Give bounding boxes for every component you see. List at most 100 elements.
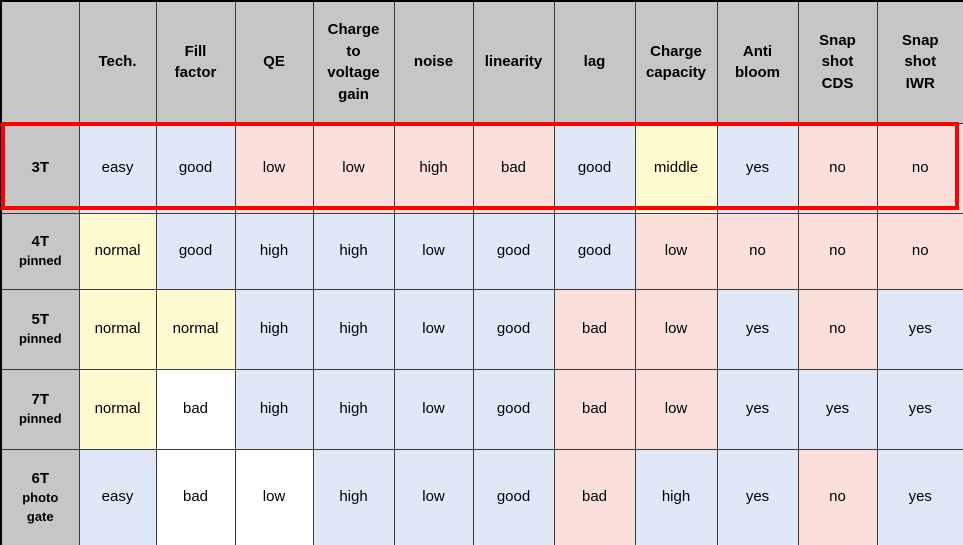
cell-3t-snap-shot-iwr: no xyxy=(876,122,963,214)
column-header-snap-shot-iwr: Snap shot IWR xyxy=(876,0,963,124)
table-row: 6T photo gate easy bad low high low good bad high y… xyxy=(0,448,963,545)
row-header-sub: photo xyxy=(22,490,59,506)
table-corner-cell xyxy=(0,0,80,124)
cell-7t-linearity: good xyxy=(472,368,555,450)
cell-4t-snap-shot-cds: no xyxy=(797,212,878,290)
cell-6t-snap-shot-iwr: yes xyxy=(876,448,963,545)
cell-6t-tech: easy xyxy=(78,448,157,545)
cell-7t-snap-shot-iwr: yes xyxy=(876,368,963,450)
cell-5t-anti-bloom: yes xyxy=(716,288,799,370)
cell-5t-charge-capacity: low xyxy=(634,288,718,370)
cell-4t-snap-shot-iwr: no xyxy=(876,212,963,290)
cell-3t-charge-to-voltage-gain: low xyxy=(312,122,395,214)
cell-7t-tech: normal xyxy=(78,368,157,450)
column-header-line: to xyxy=(346,42,361,60)
cell-6t-snap-shot-cds: no xyxy=(797,448,878,545)
table-row: 5T pinned normal normal high high low good bad lo… xyxy=(0,288,963,370)
cell-6t-charge-capacity: high xyxy=(634,448,718,545)
column-header-line: CDS xyxy=(821,75,854,93)
column-header-line: Charge xyxy=(650,42,702,60)
cell-7t-charge-to-voltage-gain: high xyxy=(312,368,395,450)
column-header-line: bloom xyxy=(735,64,780,82)
column-header-anti-bloom: Anti bloom xyxy=(716,0,799,124)
row-header-main: 6T xyxy=(31,469,49,487)
cell-3t-charge-capacity: middle xyxy=(634,122,718,214)
row-header-6t: 6T photo gate xyxy=(0,448,80,545)
column-header-line: Snap xyxy=(819,31,856,49)
column-header-line: noise xyxy=(413,53,454,71)
cell-3t-lag: good xyxy=(553,122,636,214)
cell-7t-snap-shot-cds: yes xyxy=(797,368,878,450)
cell-7t-charge-capacity: low xyxy=(634,368,718,450)
cell-7t-anti-bloom: yes xyxy=(716,368,799,450)
column-header-line: shot xyxy=(904,53,937,71)
column-header-line: Snap xyxy=(901,31,939,49)
column-header-line: capacity xyxy=(645,64,707,82)
cell-4t-tech: normal xyxy=(78,212,157,290)
row-header-main: 3T xyxy=(31,159,49,177)
table-row: 3T easy good low low high bad good middle yes no no xyxy=(0,122,963,214)
column-header-line: Anti xyxy=(742,42,773,60)
column-header-line: shot xyxy=(821,53,854,71)
row-header-sub: gate xyxy=(26,509,54,525)
row-header-4t: 4T pinned xyxy=(0,212,80,290)
cell-7t-noise: low xyxy=(393,368,474,450)
column-header-line: voltage xyxy=(327,64,380,82)
cell-4t-fill-factor: good xyxy=(155,212,236,290)
column-header-charge-capacity: Charge capacity xyxy=(634,0,718,124)
column-header-charge-to-voltage-gain: Charge to voltage gain xyxy=(312,0,395,124)
cell-5t-qe: high xyxy=(234,288,314,370)
row-header-main: 7T xyxy=(31,390,49,408)
cell-5t-fill-factor: normal xyxy=(155,288,236,370)
column-header-line: linearity xyxy=(484,53,543,71)
table-row: 7T pinned normal bad high high low good bad low ye… xyxy=(0,368,963,450)
table-header: Tech. Fill factor QE Charge to voltage gain nois… xyxy=(0,0,963,124)
column-header-line: IWR xyxy=(905,75,935,93)
row-header-3t: 3T xyxy=(0,122,80,214)
cell-4t-charge-capacity: low xyxy=(634,212,718,290)
column-header-line: QE xyxy=(263,53,285,71)
row-header-sub: pinned xyxy=(18,253,62,269)
cell-6t-qe: low xyxy=(234,448,314,545)
cell-3t-snap-shot-cds: no xyxy=(797,122,878,214)
column-header-snap-shot-cds: Snap shot CDS xyxy=(797,0,878,124)
table-row: 4T pinned normal good high high low good good low… xyxy=(0,212,963,290)
column-header-line: Fill xyxy=(184,42,207,60)
cell-5t-snap-shot-iwr: yes xyxy=(876,288,963,370)
cell-5t-charge-to-voltage-gain: high xyxy=(312,288,395,370)
column-header-lag: lag xyxy=(553,0,636,124)
cell-4t-lag: good xyxy=(553,212,636,290)
column-header-linearity: linearity xyxy=(472,0,555,124)
row-header-5t: 5T pinned xyxy=(0,288,80,370)
cell-3t-tech: easy xyxy=(78,122,157,214)
table-body: 3T easy good low low high bad good middle yes no no… xyxy=(0,122,963,545)
cell-5t-lag: bad xyxy=(553,288,636,370)
cell-4t-anti-bloom: no xyxy=(716,212,799,290)
sensor-comparison-table: Tech. Fill factor QE Charge to voltage gain nois… xyxy=(0,0,963,545)
cell-7t-fill-factor: bad xyxy=(155,368,236,450)
table-header-row: Tech. Fill factor QE Charge to voltage gain nois… xyxy=(0,0,963,124)
comparison-table-page: Tech. Fill factor QE Charge to voltage gain nois… xyxy=(0,0,963,545)
cell-3t-fill-factor: good xyxy=(155,122,236,214)
column-header-line: Tech. xyxy=(98,53,137,71)
column-header-noise: noise xyxy=(393,0,474,124)
row-header-main: 5T xyxy=(31,310,49,328)
column-header-qe: QE xyxy=(234,0,314,124)
column-header-fill-factor: Fill factor xyxy=(155,0,236,124)
cell-3t-noise: high xyxy=(393,122,474,214)
cell-3t-qe: low xyxy=(234,122,314,214)
row-header-sub: pinned xyxy=(18,411,62,427)
cell-3t-anti-bloom: yes xyxy=(716,122,799,214)
cell-5t-tech: normal xyxy=(78,288,157,370)
cell-4t-qe: high xyxy=(234,212,314,290)
column-header-line: Charge xyxy=(327,20,380,38)
cell-6t-linearity: good xyxy=(472,448,555,545)
column-header-line: factor xyxy=(174,64,217,82)
column-header-tech: Tech. xyxy=(78,0,157,124)
cell-5t-snap-shot-cds: no xyxy=(797,288,878,370)
cell-6t-noise: low xyxy=(393,448,474,545)
cell-6t-charge-to-voltage-gain: high xyxy=(312,448,395,545)
cell-7t-lag: bad xyxy=(553,368,636,450)
row-header-main: 4T xyxy=(31,232,49,250)
column-header-line: lag xyxy=(583,53,606,71)
